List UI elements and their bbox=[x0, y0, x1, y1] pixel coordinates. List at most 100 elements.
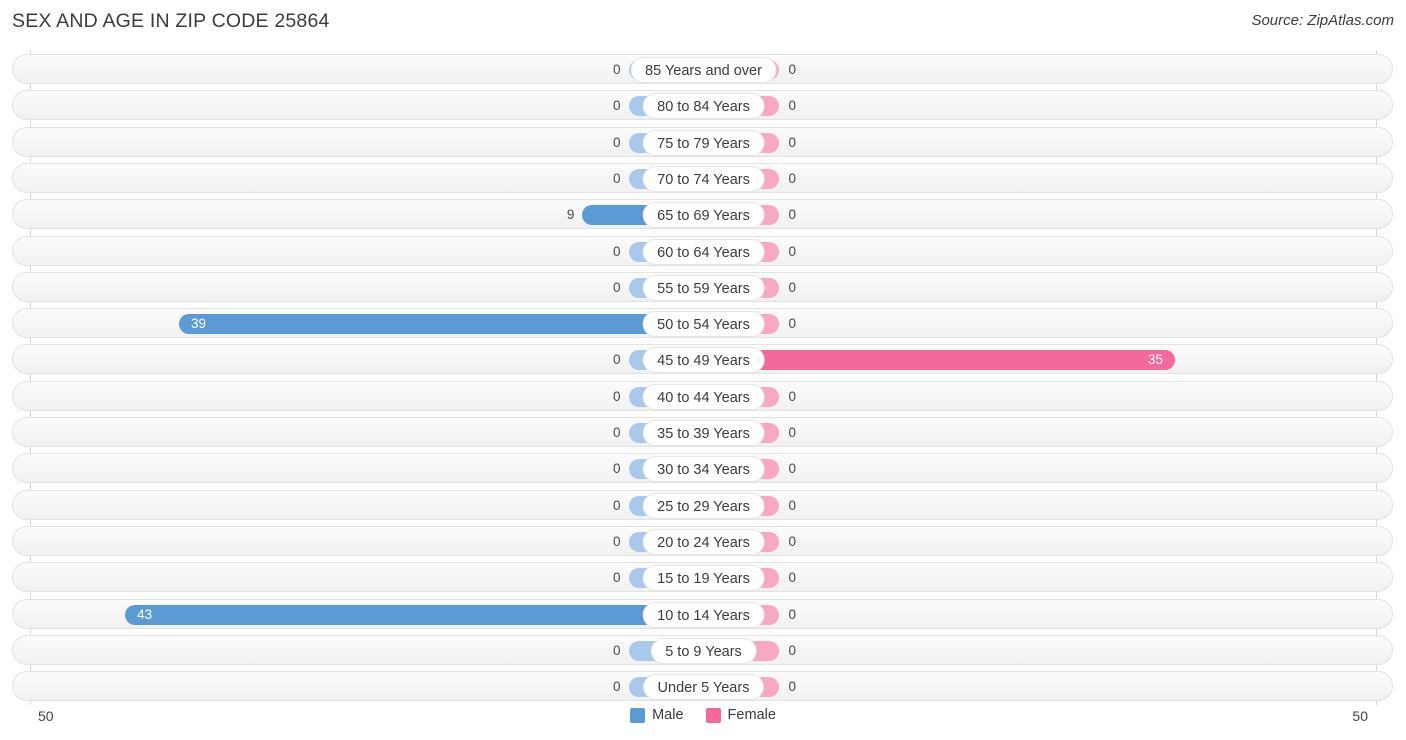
bar-value-female: 0 bbox=[788, 243, 797, 259]
table-row[interactable]: 0 0 25 to 29 Years bbox=[12, 489, 1394, 521]
row-bar-area: 0 0 70 to 74 Years bbox=[13, 164, 1394, 194]
row-bar-area: 0 0 15 to 19 Years bbox=[13, 563, 1394, 593]
legend-label-male: Male bbox=[652, 707, 684, 723]
bar-value-female: 0 bbox=[788, 533, 797, 549]
bar-value-male: 0 bbox=[612, 352, 621, 368]
age-group-label: 5 to 9 Years bbox=[650, 637, 757, 664]
row-bar-area: 0 0 35 to 39 Years bbox=[13, 418, 1394, 448]
table-row[interactable]: 0 35 45 to 49 Years bbox=[12, 344, 1394, 375]
row-bar-area: 0 0 55 to 59 Years bbox=[13, 273, 1394, 303]
table-row[interactable]: 0 0 55 to 59 Years bbox=[12, 271, 1394, 303]
age-group-label: 30 to 34 Years bbox=[642, 456, 765, 483]
bar-value-male: 0 bbox=[612, 134, 621, 150]
row-bar-area: 0 0 Under 5 Years bbox=[13, 672, 1394, 702]
age-group-label: 20 to 24 Years bbox=[642, 528, 765, 555]
bar-value-male: 0 bbox=[612, 170, 621, 186]
bar-value-female: 0 bbox=[788, 570, 797, 586]
bar-value-male: 0 bbox=[612, 279, 621, 295]
bar-value-male: 0 bbox=[612, 533, 621, 549]
legend-item-male[interactable]: Male bbox=[630, 707, 684, 723]
age-group-label: 50 to 54 Years bbox=[642, 311, 765, 338]
page-title: SEX AND AGE IN ZIP CODE 25864 bbox=[12, 10, 330, 32]
bar-value-female: 0 bbox=[788, 388, 797, 404]
bar-value-female: 0 bbox=[788, 170, 797, 186]
table-row[interactable]: 0 0 5 to 9 Years bbox=[12, 634, 1394, 666]
bar-value-female: 0 bbox=[788, 425, 797, 440]
source-attribution: Source: ZipAtlas.com bbox=[1251, 12, 1394, 29]
bar-value-female: 0 bbox=[788, 606, 797, 622]
bar-value-female: 0 bbox=[788, 679, 797, 695]
bar-male[interactable] bbox=[125, 604, 704, 625]
row-bar-area: 0 0 75 to 79 Years bbox=[13, 128, 1394, 158]
bar-value-male: 43 bbox=[137, 606, 153, 622]
bar-value-male: 0 bbox=[612, 388, 621, 404]
pyramid-chart-plot: 0 0 85 Years and over 0 0 80 to 84 Years 0 0 75 … bbox=[0, 50, 1406, 705]
bar-value-male: 39 bbox=[190, 316, 206, 332]
row-bar-area: 39 0 50 to 54 Years bbox=[13, 309, 1394, 339]
age-group-label: 60 to 64 Years bbox=[642, 238, 765, 265]
age-group-label: 40 to 44 Years bbox=[642, 383, 765, 410]
bar-value-female: 0 bbox=[788, 497, 797, 513]
bar-value-female: 0 bbox=[788, 98, 797, 114]
bar-value-male: 0 bbox=[612, 461, 621, 477]
table-row[interactable]: 0 0 20 to 24 Years bbox=[12, 525, 1393, 556]
bar-value-male: 0 bbox=[612, 98, 621, 114]
row-bar-area: 0 0 60 to 64 Years bbox=[13, 237, 1394, 267]
row-bar-area: 9 0 65 to 69 Years bbox=[13, 200, 1394, 230]
table-row[interactable]: 43 0 10 to 14 Years bbox=[12, 598, 1394, 630]
bar-male[interactable] bbox=[178, 314, 704, 335]
bar-value-male: 0 bbox=[612, 679, 621, 695]
row-bar-area: 43 0 10 to 14 Years bbox=[13, 600, 1394, 630]
bar-value-female: 35 bbox=[1147, 352, 1163, 368]
age-group-label: 10 to 14 Years bbox=[642, 601, 765, 628]
table-row[interactable]: 0 0 80 to 84 Years bbox=[12, 90, 1394, 121]
bar-value-female: 0 bbox=[788, 207, 797, 223]
age-group-label: 45 to 49 Years bbox=[642, 347, 765, 374]
table-row[interactable]: 0 0 60 to 64 Years bbox=[12, 235, 1394, 267]
age-group-label: 75 to 79 Years bbox=[642, 129, 765, 156]
table-row[interactable]: 0 0 35 to 39 Years bbox=[12, 417, 1393, 447]
age-group-label: 25 to 29 Years bbox=[642, 492, 765, 519]
row-bar-area: 0 0 85 Years and over bbox=[13, 55, 1394, 85]
bar-value-female: 0 bbox=[788, 134, 797, 150]
bar-value-female: 0 bbox=[788, 279, 797, 295]
table-row[interactable]: 0 0 40 to 44 Years bbox=[12, 380, 1393, 411]
age-group-label: 55 to 59 Years bbox=[642, 274, 765, 301]
age-group-label: Under 5 Years bbox=[642, 674, 765, 701]
row-bar-area: 0 0 5 to 9 Years bbox=[13, 636, 1394, 666]
age-group-label: 70 to 74 Years bbox=[642, 165, 765, 192]
bar-value-male: 0 bbox=[612, 425, 621, 440]
table-row[interactable]: 0 0 85 Years and over bbox=[12, 54, 1393, 84]
chart-footer: 50 50 Male Female bbox=[0, 703, 1406, 740]
table-row[interactable]: 0 0 75 to 79 Years bbox=[12, 126, 1394, 158]
bar-value-male: 9 bbox=[566, 207, 575, 223]
age-group-label: 85 Years and over bbox=[630, 57, 777, 83]
table-row[interactable]: 0 0 Under 5 Years bbox=[12, 671, 1394, 702]
age-group-label: 15 to 19 Years bbox=[642, 565, 765, 592]
bar-value-male: 0 bbox=[612, 642, 621, 658]
table-row[interactable]: 9 0 65 to 69 Years bbox=[12, 199, 1394, 230]
table-row[interactable]: 39 0 50 to 54 Years bbox=[12, 308, 1394, 339]
age-group-label: 80 to 84 Years bbox=[642, 93, 765, 120]
age-group-label: 35 to 39 Years bbox=[642, 420, 765, 446]
bar-value-male: 0 bbox=[612, 497, 621, 513]
table-row[interactable]: 0 0 70 to 74 Years bbox=[12, 162, 1394, 194]
age-group-label: 65 to 69 Years bbox=[642, 202, 765, 229]
table-row[interactable]: 0 0 30 to 34 Years bbox=[12, 453, 1394, 484]
legend-label-female: Female bbox=[727, 707, 776, 723]
bar-value-male: 0 bbox=[612, 570, 621, 586]
chart-legend: Male Female bbox=[0, 707, 1406, 723]
legend-swatch-female-icon bbox=[705, 707, 721, 723]
legend-item-female[interactable]: Female bbox=[705, 707, 776, 723]
row-bar-area: 0 0 30 to 34 Years bbox=[13, 454, 1394, 484]
bar-value-female: 0 bbox=[788, 316, 797, 332]
bar-value-female: 0 bbox=[788, 642, 797, 658]
row-bar-area: 0 0 80 to 84 Years bbox=[13, 91, 1394, 121]
row-bar-area: 0 35 45 to 49 Years bbox=[13, 345, 1394, 375]
bar-value-male: 0 bbox=[612, 62, 621, 77]
bar-female[interactable] bbox=[703, 350, 1175, 371]
row-bar-area: 0 0 25 to 29 Years bbox=[13, 491, 1394, 521]
bar-value-female: 0 bbox=[788, 461, 797, 477]
chart-header: SEX AND AGE IN ZIP CODE 25864 Source: Zi… bbox=[0, 0, 1406, 46]
table-row[interactable]: 0 0 15 to 19 Years bbox=[12, 562, 1394, 593]
